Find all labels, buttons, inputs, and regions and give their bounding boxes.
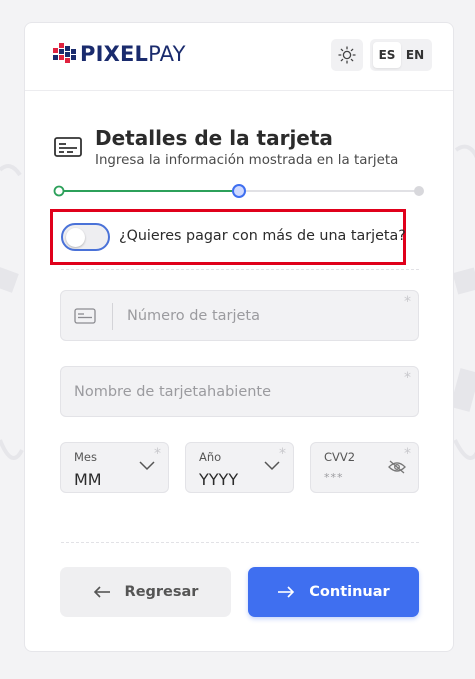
back-button-label: Regresar [124,584,199,600]
pixelpay-logo-text: PIXELPAY [80,42,186,66]
required-mark: * [404,446,411,462]
theme-toggle-button[interactable] [331,39,363,71]
logo-text-light: PAY [148,42,186,66]
payment-card-panel: PIXELPAY ES EN Detalles de la tarjeta In… [24,22,454,652]
cvv-placeholder: *** [324,471,344,484]
cardholder-name-placeholder: Nombre de tarjetahabiente [74,384,272,400]
cvv-label: CVV2 [324,450,356,464]
continue-button[interactable]: Continuar [248,567,419,617]
month-label: Mes [74,450,97,464]
header: PIXELPAY ES EN [25,23,453,91]
cardholder-name-field[interactable]: Nombre de tarjetahabiente * [60,366,419,417]
sun-icon [338,46,356,64]
step-2-indicator [232,184,246,198]
card-number-field[interactable]: Número de tarjeta * [60,290,419,341]
credit-card-icon [54,137,82,157]
back-button[interactable]: Regresar [60,567,231,617]
eye-off-icon[interactable] [388,460,406,474]
divider-bottom [61,542,419,543]
multi-card-toggle[interactable] [61,223,110,251]
language-en-button[interactable]: EN [401,42,429,68]
required-mark: * [404,294,411,310]
page-subtitle: Ingresa la información mostrada en la ta… [95,153,399,168]
year-select[interactable]: Año YYYY * [185,442,294,493]
card-number-icon [74,308,96,324]
cvv-field[interactable]: CVV2 *** * [310,442,419,493]
chevron-down-icon [139,461,155,471]
multi-card-label[interactable]: ¿Quieres pagar con más de una tarjeta? [119,228,406,244]
continue-button-label: Continuar [309,584,390,600]
logo-text-bold: PIXEL [80,42,149,66]
multi-card-option-highlight: ¿Quieres pagar con más de una tarjeta? [50,209,406,265]
step-3-indicator [414,186,424,196]
year-value: YYYY [199,470,239,489]
year-label: Año [199,450,222,464]
required-mark: * [154,446,161,462]
month-select[interactable]: Mes MM * [60,442,169,493]
card-number-separator [112,303,113,330]
divider-top [61,269,419,270]
arrow-left-icon [93,586,110,598]
month-value: MM [74,470,102,489]
progress-stepper [53,184,424,198]
required-mark: * [404,370,411,386]
language-es-button[interactable]: ES [373,42,401,68]
toggle-knob [66,228,85,247]
pixelpay-logo-mark-icon [53,43,76,63]
step-1-indicator [53,185,65,197]
arrow-right-icon [278,586,295,598]
pixelpay-logo: PIXELPAY [53,42,186,66]
card-number-placeholder: Número de tarjeta [127,308,260,324]
required-mark: * [279,446,286,462]
language-switcher: ES EN [370,39,432,71]
page-title: Detalles de la tarjeta [95,126,333,150]
chevron-down-icon [264,461,280,471]
